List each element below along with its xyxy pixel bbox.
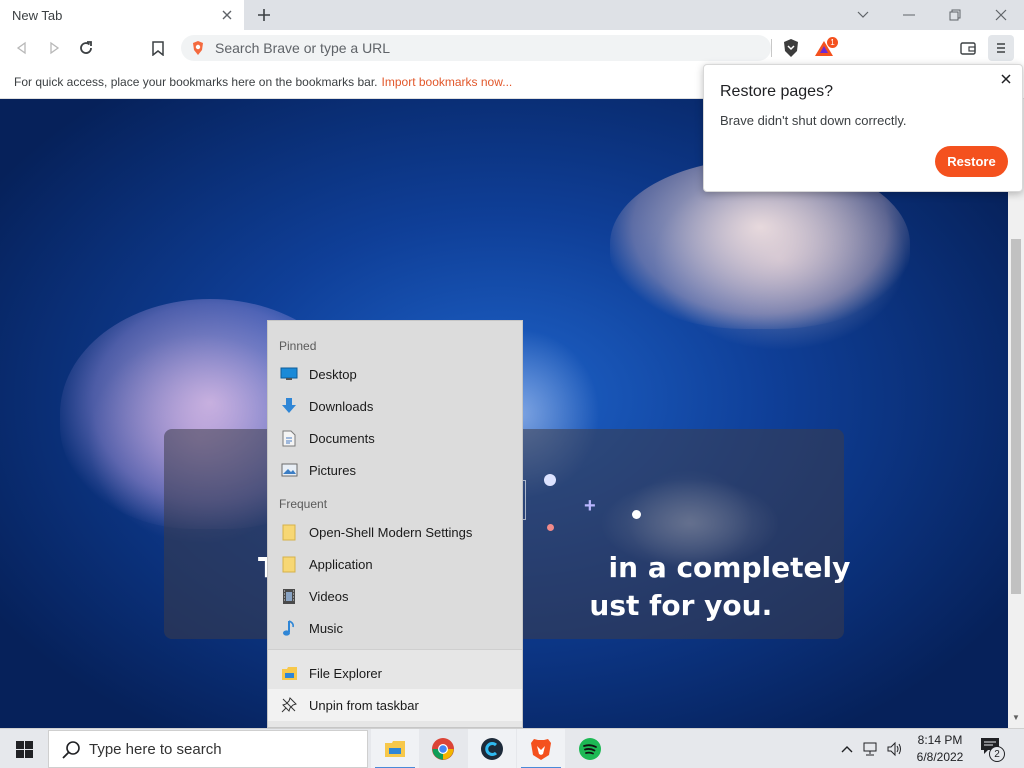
jump-item-open-shell-settings[interactable]: Open-Shell Modern Settings — [268, 516, 522, 548]
folder-icon — [280, 555, 298, 573]
taskbar-search-input[interactable] — [89, 731, 359, 767]
notification-count-badge: 2 — [989, 746, 1005, 762]
music-note-icon — [280, 619, 298, 637]
decor-dot — [632, 510, 641, 519]
address-bar[interactable] — [181, 35, 771, 61]
close-window-button[interactable] — [978, 2, 1024, 28]
jump-list-tasks: File Explorer Unpin from taskbar — [268, 649, 522, 727]
jump-item-label: Music — [309, 620, 343, 636]
site-shield-icon — [191, 40, 205, 59]
clock-time: 8:14 PM — [917, 733, 963, 747]
file-explorer-icon — [385, 741, 405, 757]
restore-button[interactable]: Restore — [935, 146, 1008, 177]
brave-shields-icon[interactable] — [778, 35, 804, 61]
restore-pages-dialog: Restore pages? Brave didn't shut down co… — [703, 64, 1023, 192]
jump-item-label: Pictures — [309, 462, 356, 478]
wallet-icon[interactable] — [955, 35, 981, 61]
scrollbar-thumb[interactable] — [1011, 239, 1021, 594]
tab-close-icon[interactable] — [218, 6, 236, 24]
download-arrow-icon — [280, 397, 298, 415]
taskbar-jump-list: Pinned Desktop Downloads Documents Pictu… — [267, 320, 523, 728]
document-icon — [280, 429, 298, 447]
jump-item-music[interactable]: Music — [268, 612, 522, 644]
jump-item-unpin-from-taskbar[interactable]: Unpin from taskbar — [268, 689, 522, 721]
file-explorer-icon — [280, 664, 298, 682]
ccleaner-icon — [481, 738, 503, 760]
jump-item-documents[interactable]: Documents — [268, 422, 522, 454]
volume-icon[interactable] — [885, 739, 905, 759]
pinned-heading: Pinned — [279, 339, 317, 353]
jump-item-label: Documents — [309, 430, 375, 446]
jump-item-downloads[interactable]: Downloads — [268, 390, 522, 422]
clock-date: 6/8/2022 — [916, 750, 964, 764]
main-menu-button[interactable] — [988, 35, 1014, 61]
jump-item-label: File Explorer — [309, 665, 382, 681]
spotify-icon — [579, 738, 601, 760]
minimize-button[interactable] — [886, 2, 932, 28]
chrome-icon — [432, 738, 454, 760]
windows-logo-icon — [15, 740, 33, 758]
dialog-close-icon[interactable] — [998, 71, 1014, 87]
decor-dot — [547, 524, 554, 531]
forward-button[interactable] — [41, 35, 67, 61]
taskbar-search-box[interactable] — [48, 730, 368, 768]
jump-item-videos[interactable]: Videos — [268, 580, 522, 612]
bookmarks-bar-hint: For quick access, place your bookmarks h… — [14, 75, 378, 89]
dialog-title: Restore pages? — [720, 83, 833, 100]
tab-search-chevron-icon[interactable] — [840, 2, 886, 28]
decor-dot — [544, 474, 556, 486]
frequent-heading: Frequent — [279, 497, 328, 511]
import-bookmarks-link[interactable]: Import bookmarks now... — [382, 75, 513, 89]
back-button[interactable] — [9, 35, 35, 61]
new-tab-button[interactable] — [252, 4, 276, 26]
rewards-badge: 1 — [827, 37, 838, 48]
restore-window-button[interactable] — [932, 2, 978, 28]
search-icon — [61, 740, 81, 763]
brave-rewards-icon[interactable]: 1 — [812, 35, 838, 61]
start-button[interactable] — [0, 729, 48, 768]
jump-item-label: Unpin from taskbar — [309, 697, 419, 713]
picture-icon — [280, 461, 298, 479]
address-input[interactable] — [215, 35, 755, 61]
tab-title: New Tab — [12, 7, 63, 23]
jump-item-pictures[interactable]: Pictures — [268, 454, 522, 486]
scroll-down-icon[interactable]: ▼ — [1012, 713, 1020, 722]
network-icon[interactable] — [861, 739, 881, 759]
folder-icon — [280, 523, 298, 541]
taskbar-brave[interactable] — [517, 729, 565, 768]
jump-item-file-explorer[interactable]: File Explorer — [268, 657, 522, 689]
taskbar-clock[interactable]: 8:14 PM 6/8/2022 — [906, 732, 974, 766]
bookmark-icon[interactable] — [145, 35, 171, 61]
jump-item-application[interactable]: Application — [268, 548, 522, 580]
toolbar-separator — [771, 39, 772, 57]
jump-item-label: Open-Shell Modern Settings — [309, 524, 473, 540]
show-hidden-icons-chevron-icon[interactable] — [837, 739, 857, 759]
jump-item-label: Application — [309, 556, 373, 572]
taskbar-file-explorer[interactable] — [371, 729, 419, 768]
action-center-button[interactable]: 2 — [980, 737, 1008, 762]
taskbar-ccleaner[interactable] — [468, 729, 516, 768]
unpin-icon — [280, 696, 298, 714]
jump-item-label: Videos — [309, 588, 349, 604]
browser-titlebar: New Tab — [0, 0, 1024, 30]
windows-taskbar: 8:14 PM 6/8/2022 2 — [0, 728, 1024, 768]
jump-item-label: Downloads — [309, 398, 374, 414]
taskbar-chrome[interactable] — [419, 729, 467, 768]
tab-new-tab[interactable]: New Tab — [0, 0, 244, 30]
brave-lion-icon — [531, 739, 551, 760]
reload-button[interactable] — [73, 35, 99, 61]
jump-item-desktop[interactable]: Desktop — [268, 358, 522, 390]
film-icon — [280, 587, 298, 605]
page-scrollbar[interactable]: ▼ — [1008, 99, 1024, 728]
decor-plus-icon: + — [584, 495, 596, 517]
dialog-message: Brave didn't shut down correctly. — [720, 113, 907, 128]
desktop-icon — [280, 365, 298, 383]
jump-item-label: Desktop — [309, 366, 357, 382]
taskbar-spotify[interactable] — [566, 729, 614, 768]
